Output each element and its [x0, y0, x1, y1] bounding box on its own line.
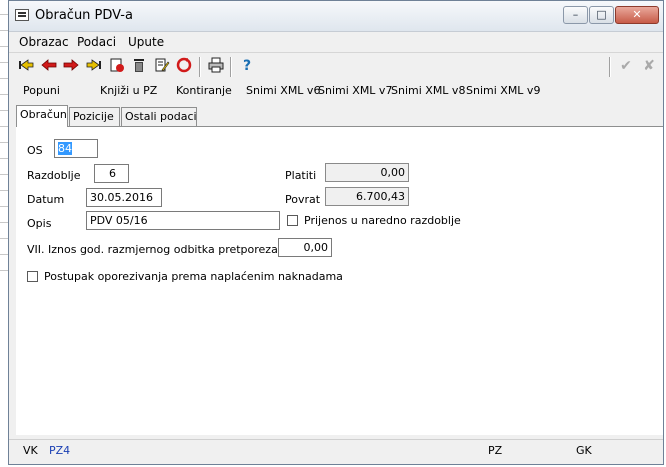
print-icon[interactable]: [207, 57, 225, 75]
opis-field[interactable]: PDV 05/16: [86, 211, 280, 230]
status-pz: PZ: [488, 444, 503, 457]
iznos-field[interactable]: 0,00: [278, 238, 332, 257]
toolbar: ? ✔ ✘: [9, 52, 663, 79]
povrat-label: Povrat: [285, 193, 321, 206]
kontiranje-button[interactable]: Kontiranje: [176, 84, 232, 97]
platiti-label: Platiti: [285, 169, 317, 182]
menu-upute[interactable]: Upute: [128, 35, 164, 49]
tab-ostali-podaci[interactable]: Ostali podaci: [121, 107, 197, 126]
prijenos-label: Prijenos u naredno razdoblje: [304, 214, 461, 227]
status-bar: VK PZ4 PZ GK: [9, 439, 663, 465]
action-bar: Popuni Knjiži u PZ Kontiranje Snimi XML …: [9, 81, 663, 101]
os-field[interactable]: 84: [54, 139, 98, 158]
razdoblje-label: Razdoblje: [27, 169, 81, 182]
close-button[interactable]: ✕: [615, 6, 659, 24]
tab-pozicije[interactable]: Pozicije: [69, 107, 120, 126]
povrat-field: 6.700,43: [325, 187, 409, 206]
razdoblje-field[interactable]: 6: [94, 164, 129, 183]
status-vk-value: PZ4: [49, 444, 71, 457]
snimi-xml-v7-button[interactable]: Snimi XML v7: [318, 84, 392, 97]
cancel-icon[interactable]: ✘: [640, 57, 658, 75]
datum-label: Datum: [27, 193, 65, 206]
app-icon: [15, 9, 29, 21]
menu-obrazac[interactable]: Obrazac: [19, 35, 69, 49]
prijenos-checkbox[interactable]: [287, 215, 298, 226]
snimi-xml-v6-button[interactable]: Snimi XML v6: [246, 84, 320, 97]
menu-bar: Obrazac Podaci Upute: [9, 32, 663, 52]
os-value: 84: [58, 142, 72, 155]
snimi-xml-v9-button[interactable]: Snimi XML v9: [466, 84, 540, 97]
next-record-icon[interactable]: [62, 57, 80, 75]
toolbar-separator: [199, 57, 201, 77]
edit-icon[interactable]: [153, 57, 171, 75]
postupak-checkbox[interactable]: [27, 271, 38, 282]
menu-podaci[interactable]: Podaci: [77, 35, 116, 49]
platiti-field: 0,00: [325, 163, 409, 182]
minimize-button[interactable]: –: [563, 6, 588, 24]
previous-record-icon[interactable]: [40, 57, 58, 75]
iznos-label: VII. Iznos god. razmjernog odbitka pretp…: [27, 243, 292, 256]
obracun-panel: OS 84 Razdoblje 6 Datum 30.05.2016 Opis …: [16, 126, 663, 435]
status-vk-label: VK: [23, 444, 38, 457]
toolbar-separator: [230, 57, 232, 77]
snimi-xml-v8-button[interactable]: Snimi XML v8: [391, 84, 465, 97]
os-label: OS: [27, 144, 43, 157]
pdv-window: Obračun PDV-a – □ ✕ Obrazac Podaci Upute: [8, 0, 664, 465]
last-record-icon[interactable]: [85, 57, 103, 75]
status-gk: GK: [576, 444, 592, 457]
first-record-icon[interactable]: [17, 57, 35, 75]
datum-field[interactable]: 30.05.2016: [86, 188, 162, 207]
new-record-icon[interactable]: [108, 57, 126, 75]
title-bar[interactable]: Obračun PDV-a – □ ✕: [9, 1, 663, 32]
refresh-icon[interactable]: [175, 57, 193, 75]
toolbar-separator: [609, 57, 611, 77]
maximize-button[interactable]: □: [589, 6, 614, 24]
opis-label: Opis: [27, 217, 52, 230]
delete-icon[interactable]: [130, 57, 148, 75]
popuni-button[interactable]: Popuni: [23, 84, 60, 97]
confirm-icon[interactable]: ✔: [617, 57, 635, 75]
tab-obracun[interactable]: Obračun: [16, 105, 68, 127]
knjizi-u-pz-button[interactable]: Knjiži u PZ: [100, 84, 157, 97]
window-title: Obračun PDV-a: [35, 8, 133, 23]
help-icon[interactable]: ?: [238, 57, 256, 75]
postupak-label: Postupak oporezivanja prema naplaćenim n…: [44, 270, 343, 283]
